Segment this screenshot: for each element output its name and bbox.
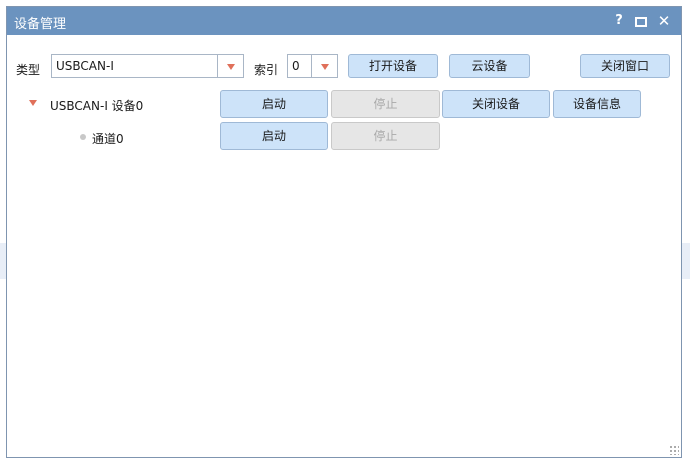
bullet-icon (80, 134, 86, 140)
type-select-value: USBCAN-I (56, 59, 114, 73)
close-window-button[interactable]: 关闭窗口 (580, 54, 670, 78)
device-node-label[interactable]: USBCAN-I 设备0 (50, 97, 143, 114)
channel-node-label[interactable]: 通道0 (92, 130, 124, 147)
window-title: 设备管理 (14, 17, 67, 32)
title-bar: 设备管理 ? ✕ (7, 7, 681, 35)
channel-start-button[interactable]: 启动 (220, 122, 328, 150)
close-icon[interactable]: ✕ (654, 11, 674, 31)
device-start-button[interactable]: 启动 (220, 90, 328, 118)
cloud-device-button[interactable]: 云设备 (449, 54, 530, 78)
index-label: 索引 (254, 63, 279, 77)
chevron-down-icon[interactable] (217, 55, 243, 77)
chevron-down-icon[interactable] (311, 55, 337, 77)
type-select[interactable]: USBCAN-I (51, 54, 244, 78)
resize-grip-icon[interactable] (669, 445, 679, 455)
device-stop-button: 停止 (331, 90, 440, 118)
help-icon[interactable]: ? (609, 11, 629, 31)
expand-arrow-icon[interactable] (29, 100, 37, 106)
open-device-button[interactable]: 打开设备 (348, 54, 438, 78)
index-select-value: 0 (292, 59, 300, 73)
type-label: 类型 (16, 63, 41, 77)
maximize-icon[interactable] (630, 11, 650, 31)
index-select[interactable]: 0 (287, 54, 338, 78)
channel-stop-button: 停止 (331, 122, 440, 150)
close-device-button[interactable]: 关闭设备 (442, 90, 550, 118)
device-manager-window: 设备管理 ? ✕ 类型 USBCAN-I 索引 0 打开设备 云设备 关闭窗口 … (6, 6, 682, 458)
device-info-button[interactable]: 设备信息 (553, 90, 641, 118)
